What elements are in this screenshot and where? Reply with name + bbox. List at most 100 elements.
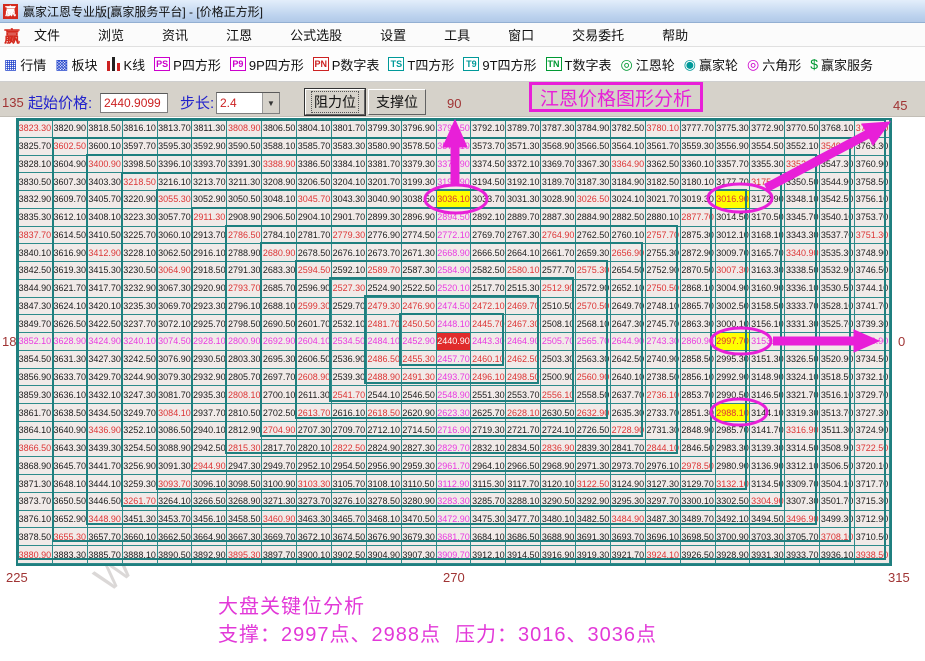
grid-cell: 3408.10 [88,209,123,227]
menu-stock-picker[interactable]: 公式选股 [290,25,342,44]
toolbar-p-square[interactable]: PS P四方形 [154,55,221,74]
toolbar-sectors[interactable]: ▩ 板块 [55,55,97,74]
grid-cell: 3652.90 [53,511,88,529]
grid-cell: 3189.70 [541,173,576,191]
grid-cell: 3446.50 [88,493,123,511]
grid-cell: 2928.10 [192,333,227,351]
toolbar-gann-wheel[interactable]: ◎ 江恩轮 [621,55,675,74]
grid-cell: 3424.90 [88,333,123,351]
grid-cell: 2616.10 [332,404,367,422]
grid-cell: 3117.70 [506,475,541,493]
grid-cell: 3112.90 [437,475,472,493]
grid-cell: 3794.50 [437,120,472,138]
grid-cell: 3136.90 [750,457,785,475]
resistance-button[interactable]: 阻力位 [305,89,365,115]
grid-cell: 3520.90 [820,351,855,369]
grid-cell: 2822.50 [332,440,367,458]
grid-cell: 3655.30 [53,528,88,546]
grid-cell: 2841.70 [611,440,646,458]
grid-cell: 3357.70 [716,156,751,174]
menu-browse[interactable]: 浏览 [98,25,124,44]
grid-cell: 3770.50 [785,120,820,138]
grid-cell: 2858.50 [681,351,716,369]
start-price-input[interactable] [100,93,168,113]
grid-cell: 2472.10 [471,298,506,316]
grid-cell: 3897.70 [262,546,297,564]
grid-cell: 2940.10 [192,422,227,440]
toolbar-kline[interactable]: K线 [107,55,146,74]
toolbar-p-table[interactable]: PN P数字表 [313,55,380,74]
toolbar-t-square[interactable]: TS T四方形 [388,55,454,74]
grid-cell: 2620.90 [402,404,437,422]
grid-cell: 2644.90 [611,333,646,351]
grid-cell: 3830.50 [18,173,53,191]
grid-cell: 3103.30 [297,475,332,493]
grid-cell: 3146.50 [750,386,785,404]
grid-cell: 3045.70 [297,191,332,209]
menu-trading[interactable]: 交易委托 [572,25,624,44]
grid-cell: 3888.10 [123,546,158,564]
grid-cell: 3892.90 [192,546,227,564]
grid-cell: 2474.50 [437,298,472,316]
grid-cell: 2834.50 [506,440,541,458]
grid-cell: 2755.30 [646,244,681,262]
grid-cell: 2649.70 [611,298,646,316]
menu-file[interactable]: 文件 [34,25,60,44]
grid-cell: 3242.50 [123,351,158,369]
grid-cell: 2654.50 [611,262,646,280]
step-combobox[interactable]: 2.4 ▼ [216,92,280,114]
grid-cell: 3422.50 [88,315,123,333]
grid-cell: 2772.10 [437,227,472,245]
grid-cell: 3007.30 [716,262,751,280]
grid-cell: 3648.10 [53,475,88,493]
grid-cell: 3844.90 [18,280,53,298]
grid-cell: 3900.10 [297,546,332,564]
grid-cell: 2642.50 [611,351,646,369]
grid-cell: 3729.70 [855,386,890,404]
grid-cell: 3120.10 [541,475,576,493]
menu-bar: 赢 文件 浏览 资讯 江恩 公式选股 设置 工具 窗口 交易委托 帮助 [0,23,925,47]
grid-cell: 3525.70 [820,315,855,333]
grid-cell: 3309.70 [785,475,820,493]
menu-tools[interactable]: 工具 [444,25,470,44]
grid-cell: 3595.30 [158,138,193,156]
tn-icon: TN [546,57,562,71]
grid-cell: 2899.30 [367,209,402,227]
grid-cell: 3871.30 [18,475,53,493]
grid-cell: 3676.90 [367,528,402,546]
toolbar-t-table[interactable]: TN T数字表 [546,55,612,74]
grid-cell: 2712.10 [367,422,402,440]
grid-cell: 3213.70 [192,173,227,191]
toolbar-quotes[interactable]: ▦ 行情 [4,55,46,74]
grid-cell: 3878.50 [18,528,53,546]
grid-cell: 3921.70 [611,546,646,564]
toolbar-hexagon[interactable]: ◎ 六角形 [747,55,801,74]
menu-help[interactable]: 帮助 [662,25,688,44]
grid-cell: 3808.90 [227,120,262,138]
chevron-down-icon[interactable]: ▼ [262,93,279,113]
angle-label-135: 135 [2,95,24,110]
menu-news[interactable]: 资讯 [162,25,188,44]
grid-cell: 2812.90 [227,422,262,440]
menu-settings[interactable]: 设置 [380,25,406,44]
support-button[interactable]: 支撑位 [368,89,426,115]
toolbar-service[interactable]: $ 赢家服务 [810,55,873,74]
grid-cell: 2978.50 [681,457,716,475]
grid-cell: 3312.10 [785,457,820,475]
grid-cell: 2745.70 [646,315,681,333]
grid-cell: 2788.90 [227,244,262,262]
menu-gann[interactable]: 江恩 [226,25,252,44]
grid-cell: 2656.90 [611,244,646,262]
grid-cell: 3602.50 [53,138,88,156]
grid-cell: 3060.10 [158,227,193,245]
toolbar-9p-square[interactable]: P9 9P四方形 [230,55,304,74]
toolbar-winner-wheel[interactable]: ◉ 赢家轮 [684,55,738,74]
toolbar-9t-square[interactable]: T9 9T四方形 [463,55,536,74]
menu-window[interactable]: 窗口 [508,25,534,44]
grid-cell: 2640.10 [611,369,646,387]
angle-label-90: 90 [447,96,461,111]
grid-cell: 3674.50 [332,528,367,546]
grid-cell: 2632.90 [576,404,611,422]
grid-cell: 3201.70 [367,173,402,191]
grid-cell: 3564.10 [611,138,646,156]
